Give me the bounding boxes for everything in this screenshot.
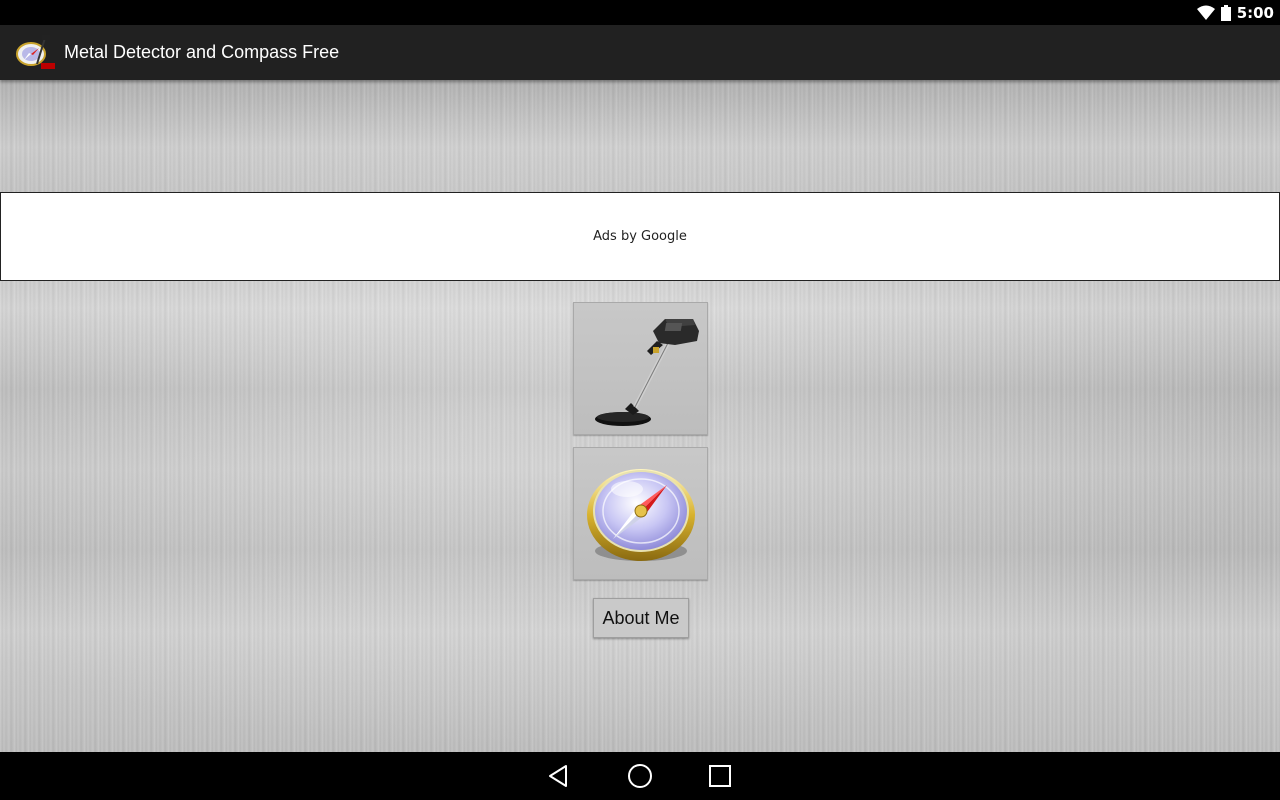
app-title: Metal Detector and Compass Free <box>64 42 340 62</box>
compass-button[interactable] <box>573 447 708 580</box>
ad-banner[interactable]: Ads by Google <box>0 192 1280 281</box>
metal-detector-icon <box>594 318 699 426</box>
status-icons: 5:00 <box>1196 0 1274 25</box>
action-bar: Metal Detector and Compass Free <box>0 25 1280 80</box>
metal-detector-button[interactable] <box>573 302 708 435</box>
status-bar: 5:00 <box>0 0 1280 25</box>
metal-detector-compass-app-icon <box>14 31 58 75</box>
status-time: 5:00 <box>1236 3 1274 22</box>
back-icon[interactable] <box>529 752 589 800</box>
wifi-icon <box>1196 5 1215 21</box>
battery-icon <box>1220 4 1231 21</box>
compass-icon <box>586 468 695 561</box>
about-me-button[interactable]: About Me <box>593 598 689 638</box>
home-icon[interactable] <box>610 752 670 800</box>
main-content: Ads by Google About Me <box>0 80 1280 752</box>
recents-icon[interactable] <box>690 752 750 800</box>
navigation-bar <box>0 752 1280 800</box>
ad-label: Ads by Google <box>593 229 687 244</box>
